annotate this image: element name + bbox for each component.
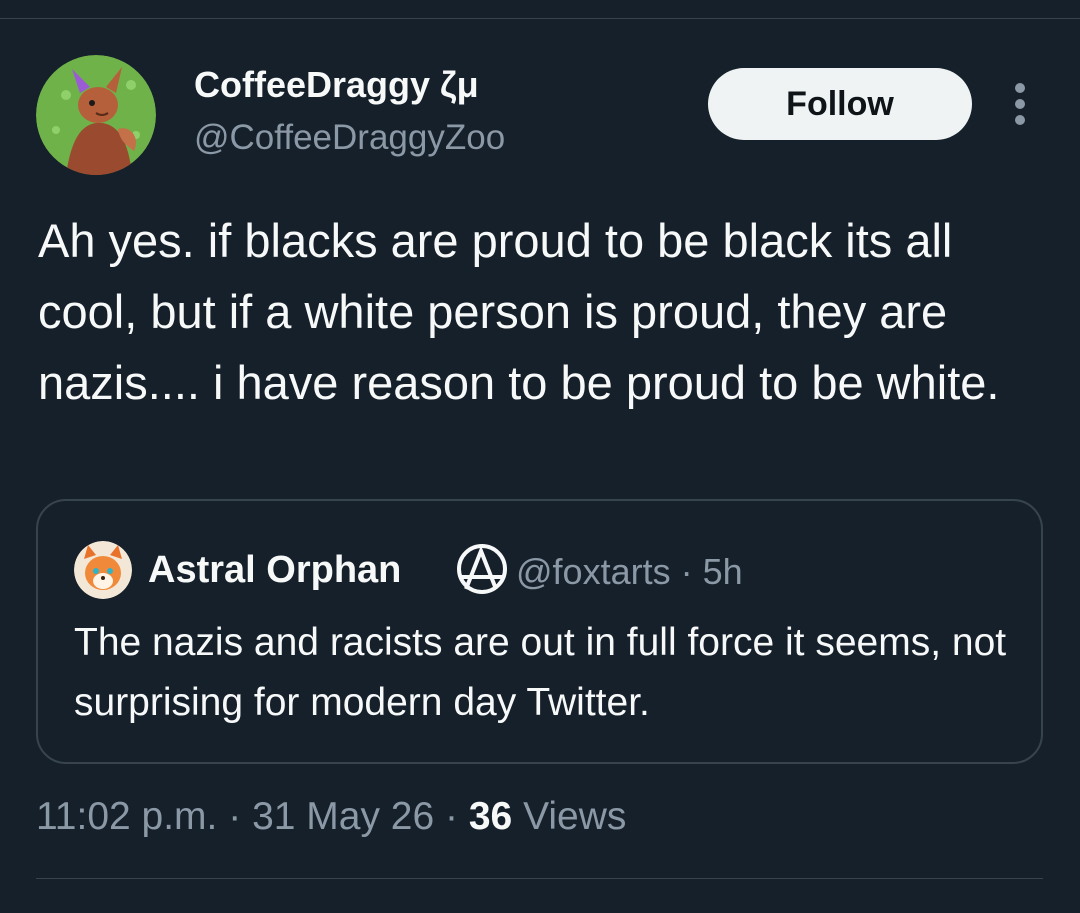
quoted-tweet-text: The nazis and racists are out in full fo… xyxy=(74,621,1007,724)
footer-separator: · xyxy=(434,795,469,838)
author-handle[interactable]: @CoffeeDraggyZoo xyxy=(194,118,505,158)
views-label: Views xyxy=(512,795,627,838)
quoted-author-badge xyxy=(452,539,512,599)
anarchy-symbol-icon xyxy=(457,544,507,594)
more-options-button[interactable] xyxy=(1004,82,1036,126)
author-display-name[interactable]: CoffeeDraggy ζμ xyxy=(194,64,479,106)
dragon-avatar-icon xyxy=(36,55,156,175)
author-avatar[interactable] xyxy=(36,55,156,175)
quoted-tweet-meta: @foxtarts · 5h xyxy=(516,551,743,593)
quoted-author-handle[interactable]: @foxtarts xyxy=(516,551,671,592)
tweet-footer: 11:02 p.m. · 31 May 26 · 36 Views xyxy=(36,795,626,839)
bottom-divider xyxy=(36,878,1043,879)
views-count[interactable]: 36 xyxy=(469,795,512,838)
quoted-author-name[interactable]: Astral Orphan xyxy=(148,549,401,592)
tweet-text: Ah yes. if blacks are proud to be black … xyxy=(38,214,1000,409)
top-divider xyxy=(0,18,1080,19)
fox-avatar-icon xyxy=(74,541,132,599)
meta-separator: · xyxy=(670,551,703,592)
footer-separator: · xyxy=(217,795,253,838)
quoted-author-avatar[interactable] xyxy=(74,541,132,599)
tweet-time[interactable]: 11:02 p.m. xyxy=(36,795,217,838)
follow-button[interactable]: Follow xyxy=(708,68,972,140)
quoted-tweet-age[interactable]: 5h xyxy=(703,551,743,592)
quoted-tweet-card[interactable]: Astral Orphan @foxtarts · 5h The nazis a… xyxy=(36,499,1043,764)
tweet-date[interactable]: 31 May 26 xyxy=(252,795,434,838)
more-vertical-icon xyxy=(1015,83,1025,125)
